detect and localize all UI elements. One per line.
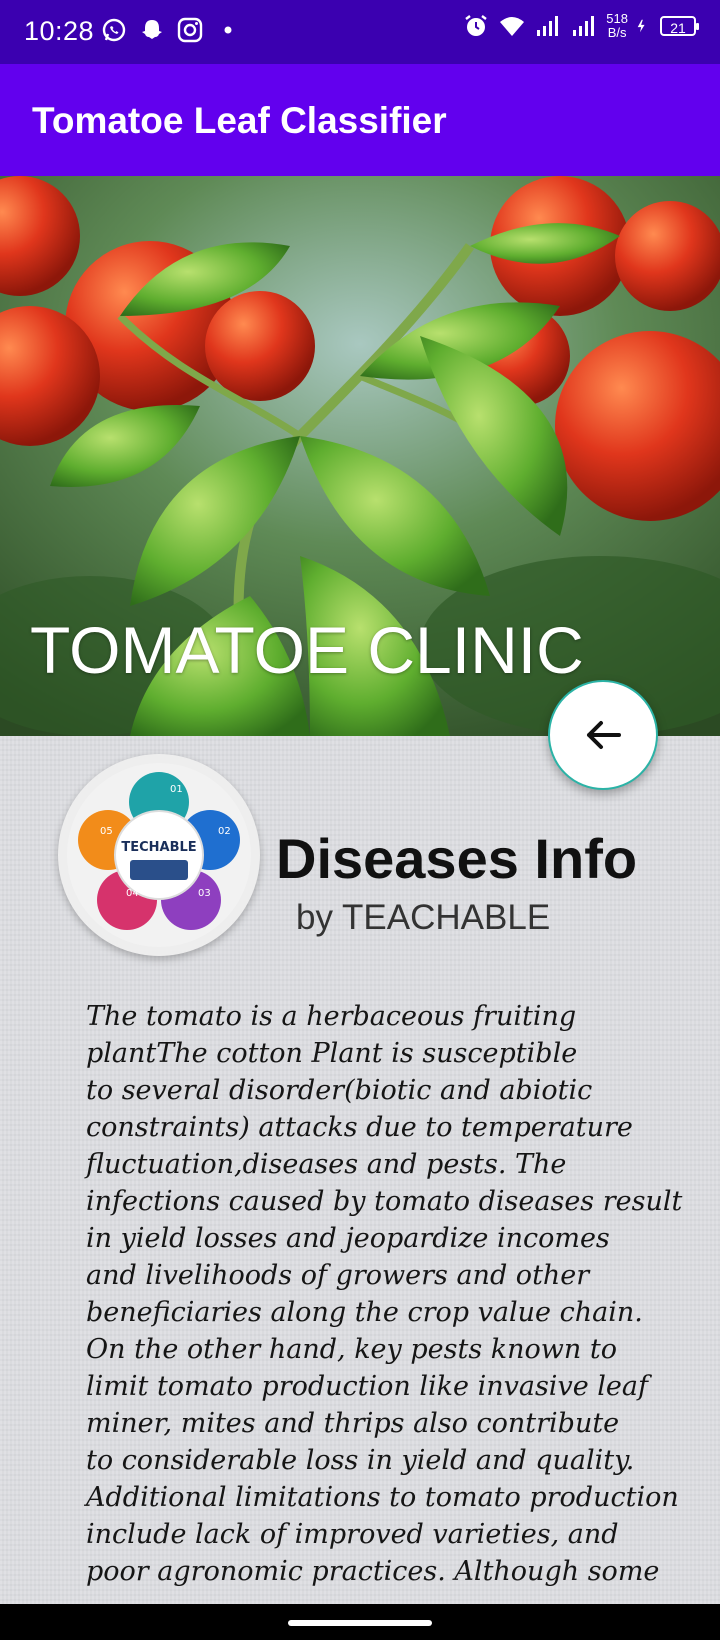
alarm-icon	[465, 15, 488, 36]
description-line: to considerable loss in yield and qualit…	[86, 1445, 635, 1476]
description-line: beneficiaries along the crop value chain…	[86, 1297, 643, 1328]
description-line: plantThe cotton Plant is susceptible	[86, 1038, 578, 1069]
app-bar: Tomatoe Leaf Classifier	[0, 64, 720, 176]
snapchat-icon	[142, 20, 162, 39]
network-speed: 518 B/s	[606, 12, 628, 40]
charging-icon	[637, 19, 645, 33]
description-line: in yield losses and jeopardize incomes	[86, 1223, 610, 1254]
status-system-icons: 518 B/s 21	[462, 12, 699, 40]
logo-center-text: TECHABLE	[121, 840, 196, 855]
status-notification-icons	[100, 16, 242, 44]
description-line: constraints) attacks due to temperature	[86, 1112, 633, 1143]
logo-segment-03: 03	[198, 888, 211, 899]
battery-icon: 21	[660, 16, 699, 36]
description-line: and livelihoods of growers and other	[86, 1260, 590, 1291]
signal-icon	[573, 16, 595, 36]
dot-icon	[224, 26, 232, 34]
whatsapp-icon	[102, 18, 126, 42]
content-area: 01 02 03 04 05 TECHABLE Diseases Info by…	[0, 736, 720, 1604]
description-line: Additional limitations to tomato product…	[86, 1482, 679, 1513]
description-line: The tomato is a herbaceous fruiting	[86, 1001, 577, 1032]
description-line: to several disorder(biotic and abiotic	[86, 1075, 593, 1106]
page-subtitle: by TEACHABLE	[296, 898, 551, 937]
wifi-icon	[500, 17, 525, 36]
app-title: Tomatoe Leaf Classifier	[32, 100, 447, 141]
system-nav-bar	[0, 1604, 720, 1640]
page-title: Diseases Info	[276, 827, 638, 890]
back-button[interactable]	[548, 680, 658, 790]
logo-segment-04: 04	[126, 888, 139, 899]
description-line: On the other hand, key pests known to	[86, 1334, 617, 1365]
disease-description: The tomato is a herbaceous fruiting plan…	[86, 998, 686, 1590]
signal-icon	[537, 16, 559, 36]
logo-segment-05: 05	[100, 826, 113, 837]
instagram-icon	[177, 17, 203, 43]
hero-banner: TOMATOE CLINIC	[0, 176, 720, 736]
hero-title: TOMATOE CLINIC	[30, 613, 584, 687]
description-line: limit tomato production like invasive le…	[86, 1371, 648, 1402]
status-time: 10:28	[24, 16, 95, 46]
home-indicator[interactable]	[288, 1620, 432, 1626]
logo-segment-02: 02	[218, 826, 231, 837]
network-speed-unit: B/s	[607, 25, 627, 40]
description-line: infections caused by tomato diseases res…	[86, 1186, 683, 1217]
network-speed-value: 518	[606, 11, 628, 26]
logo-segment-01: 01	[170, 784, 183, 795]
arrow-left-icon	[587, 721, 621, 749]
description-line: miner, mites and thrips also contribute	[86, 1408, 620, 1439]
status-bar: 10:28 518 B/s 21	[0, 0, 720, 64]
description-line: include lack of improved varieties, and	[86, 1519, 619, 1550]
logo-graphic: 01 02 03 04 05 TECHABLE	[67, 763, 251, 947]
description-line: fluctuation,diseases and pests. The	[86, 1149, 567, 1180]
teachable-logo: 01 02 03 04 05 TECHABLE	[58, 754, 260, 956]
description-line: poor agronomic practices. Although some	[86, 1556, 660, 1587]
